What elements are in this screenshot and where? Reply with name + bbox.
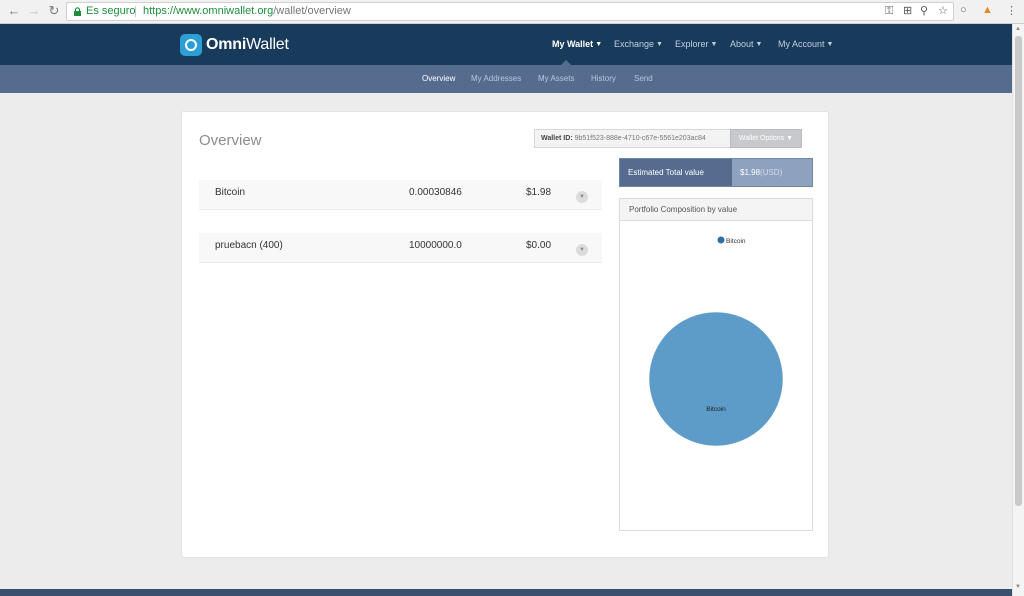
translate-icon[interactable]: ⊞ (903, 3, 912, 20)
slice-label: Bitcoin (706, 406, 726, 413)
estimated-unit: (USD) (760, 168, 783, 177)
estimated-total-label: Estimated Total value (620, 159, 732, 186)
forward-icon[interactable]: → (26, 3, 42, 19)
scroll-down-icon[interactable]: ▼ (1015, 584, 1021, 590)
subnav-history[interactable]: History (591, 74, 616, 83)
asset-row-pruebacn[interactable]: pruebacn (400) 10000000.0 $0.00 ▼ (199, 233, 602, 263)
wallet-options-label: Wallet Options (738, 135, 785, 142)
nav-item-label: My Account (778, 39, 825, 49)
secure-label: Es seguro (86, 5, 136, 17)
nav-exchange[interactable]: Exchange ▼ (614, 39, 663, 49)
extension-icon[interactable]: ○ (960, 4, 967, 16)
url-host: https://www.omniwallet.org (143, 5, 274, 17)
top-navbar: OmniWallet My Wallet ▼ Exchange ▼ Explorer… (0, 24, 1012, 65)
nav-explorer[interactable]: Explorer ▼ (675, 39, 717, 49)
asset-amount: 0.00030846 (409, 187, 462, 198)
zoom-icon[interactable]: ⚲ (920, 3, 928, 20)
wallet-id-value: 9b51f523-888e-4710-c67e-5561e203ac84 (574, 135, 706, 142)
url-text: https://www.omniwallet.org/wallet/overvi… (143, 3, 351, 20)
reload-icon[interactable]: ↻ (46, 3, 62, 19)
asset-value: $0.00 (526, 240, 552, 251)
logo-suffix: Wallet (246, 36, 289, 53)
browser-toolbar: ← → ↻ Es seguro https://www.omniwallet.o… (0, 0, 1024, 24)
address-bar[interactable]: Es seguro https://www.omniwallet.org/wal… (66, 2, 954, 21)
nav-item-label: About (730, 39, 754, 49)
page-title: Overview (199, 132, 262, 149)
footer-bar (0, 589, 1012, 596)
nav-item-label: Exchange (614, 39, 655, 49)
chevron-down-icon: ▼ (710, 41, 718, 48)
portfolio-panel: Portfolio Composition by value Bitcoin Bi… (619, 198, 813, 531)
subnav-overview[interactable]: Overview (422, 74, 455, 83)
logo-prefix: Omni (206, 36, 247, 53)
nav-my-wallet[interactable]: My Wallet ▼ (552, 39, 602, 49)
wallet-options-button[interactable]: Wallet Options ▼ (730, 129, 802, 148)
asset-name: Bitcoin (215, 187, 246, 198)
asset-amount: 10000000.0 (409, 240, 462, 251)
subnav-my-addresses[interactable]: My Addresses (471, 74, 521, 83)
asset-value: $1.98 (526, 187, 552, 198)
url-divider (135, 6, 136, 17)
bookmark-star-icon[interactable]: ☆ (938, 3, 948, 20)
lock-icon (74, 7, 81, 16)
asset-row-bitcoin[interactable]: Bitcoin 0.00030846 $1.98 ▼ (199, 180, 602, 210)
url-path: /wallet/overview (273, 5, 351, 17)
nav-my-account[interactable]: My Account ▼ (778, 39, 833, 49)
key-icon[interactable]: ⚿ (885, 3, 893, 20)
estimated-total-panel: Estimated Total value $1.98(USD) (619, 158, 813, 187)
chevron-down-icon: ▼ (595, 41, 603, 48)
expand-row-icon[interactable]: ▼ (576, 191, 588, 203)
back-icon[interactable]: ← (6, 3, 22, 19)
menu-kebab-icon[interactable]: ⋮ (1006, 4, 1017, 17)
overview-card: Overview Wallet ID: 9b51f523-888e-4710-c… (181, 111, 829, 558)
nav-item-label: Explorer (675, 39, 709, 49)
wallet-id-label: Wallet ID: (541, 135, 573, 142)
estimated-value: $1.98 (740, 168, 761, 177)
page-scrollbar[interactable]: ▲ ▼ (1012, 24, 1024, 596)
omniwallet-logo[interactable]: OmniWallet (180, 33, 289, 57)
sub-navbar: Overview My Addresses My Assets History … (0, 65, 1012, 93)
legend-label: Bitcoin (726, 238, 746, 245)
expand-row-icon[interactable]: ▼ (576, 244, 588, 256)
asset-name: pruebacn (400) (215, 240, 283, 251)
nav-about[interactable]: About ▼ (730, 39, 762, 49)
chevron-down-icon: ▼ (826, 41, 834, 48)
subnav-send[interactable]: Send (634, 74, 653, 83)
portfolio-title: Portfolio Composition by value (620, 199, 812, 221)
wallet-id-box: Wallet ID: 9b51f523-888e-4710-c67e-5561e… (534, 129, 730, 148)
metamask-icon[interactable]: ▲ (982, 4, 993, 16)
omniwallet-logo-icon (180, 34, 202, 56)
nav-item-label: My Wallet (552, 39, 594, 49)
portfolio-pie-chart: Bitcoin Bitcoin (648, 236, 784, 447)
scroll-up-icon[interactable]: ▲ (1015, 26, 1021, 32)
subnav-my-assets[interactable]: My Assets (538, 74, 574, 83)
pie-slice[interactable] (648, 311, 784, 447)
scroll-thumb[interactable] (1015, 36, 1022, 506)
estimated-total-value: $1.98(USD) (732, 159, 812, 186)
logo-text: OmniWallet (206, 36, 289, 54)
chevron-down-icon: ▼ (755, 41, 763, 48)
legend-marker (717, 236, 725, 244)
chevron-down-icon: ▼ (786, 135, 794, 142)
chevron-down-icon: ▼ (656, 41, 663, 48)
